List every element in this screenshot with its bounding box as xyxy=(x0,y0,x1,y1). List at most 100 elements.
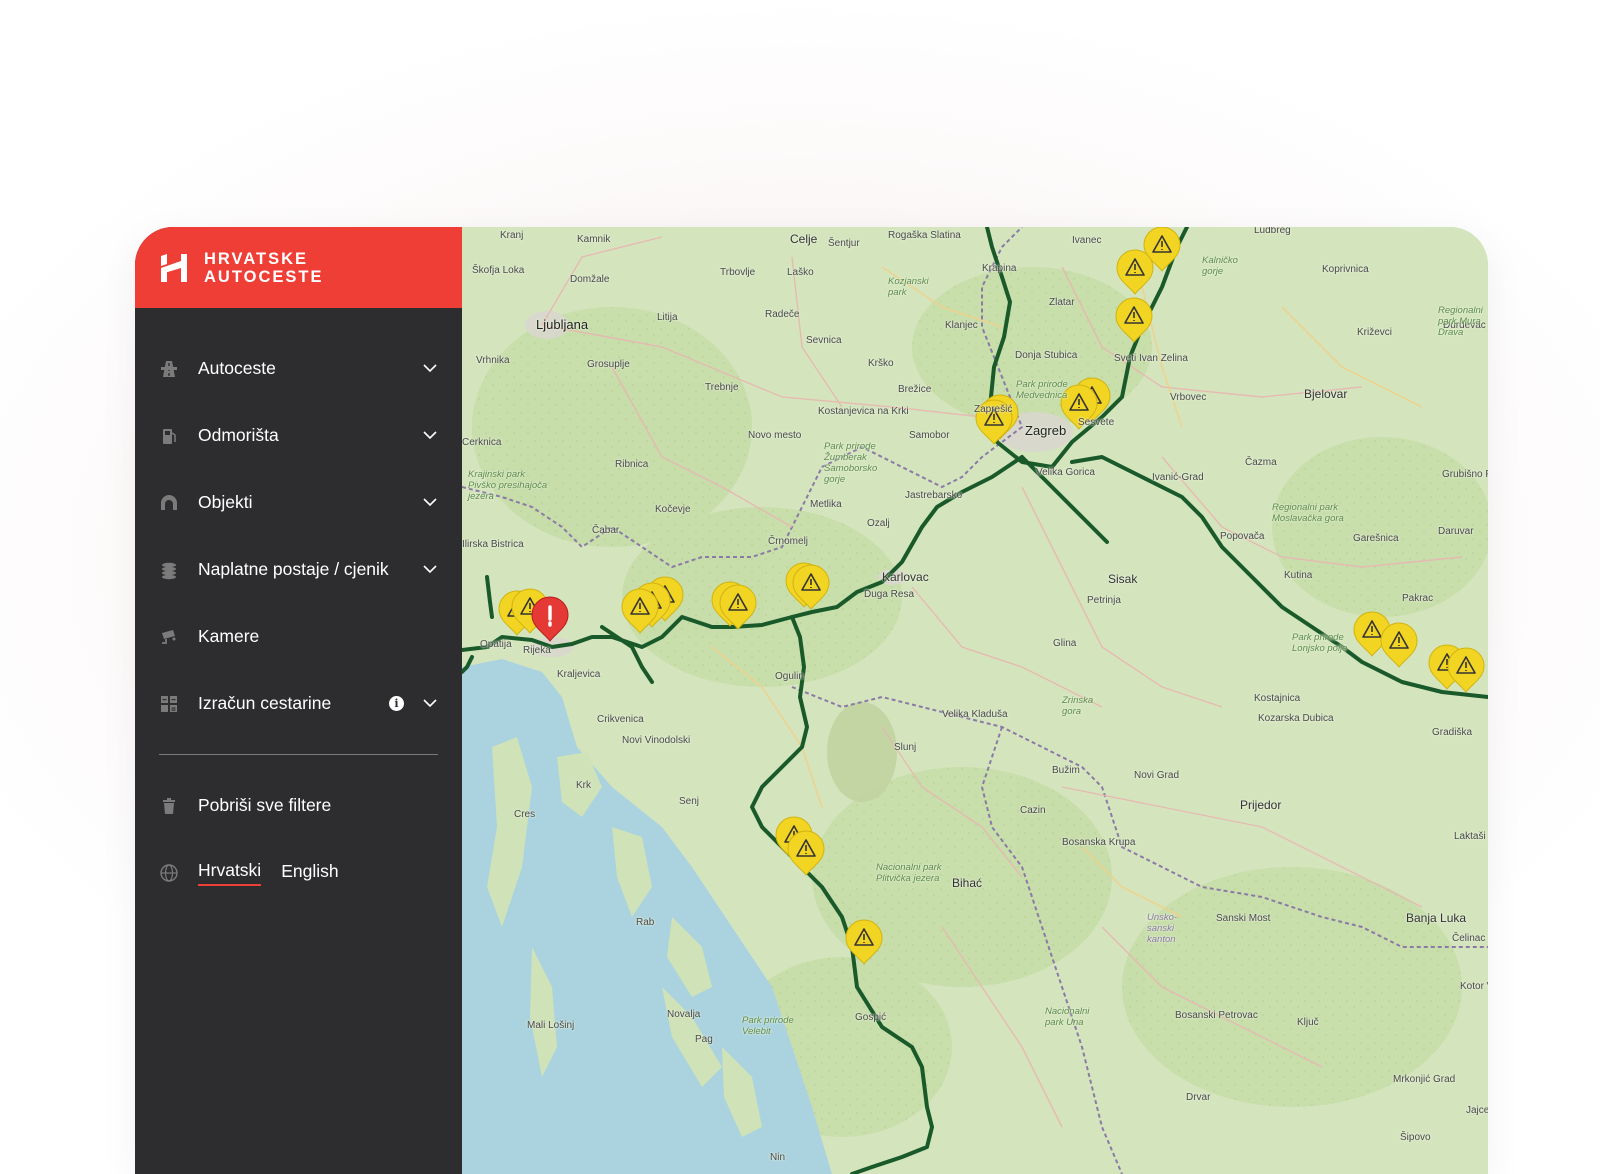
menu-item-naplatne-postaje[interactable]: Naplatne postaje / cjenik xyxy=(135,536,462,603)
place-label: Mrkonjić Grad xyxy=(1393,1074,1456,1085)
map-view[interactable]: Kranj Kamnik Celje Šentjur Rogaška Slati… xyxy=(462,227,1488,1174)
park-label: Unsko-sanski kanton xyxy=(1147,912,1178,945)
park-label: Nacionalni park Una xyxy=(1045,1006,1090,1028)
place-label: Celje xyxy=(790,232,818,246)
place-label: Kotor Varoš xyxy=(1460,981,1488,992)
place-label: Petrinja xyxy=(1087,595,1121,606)
place-label: Šipovo xyxy=(1400,1132,1431,1143)
place-label: Banja Luka xyxy=(1406,911,1467,925)
sidebar-menu: Autoceste Odmorišta Objekti Naplatne pos… xyxy=(135,308,462,906)
place-label: Krk xyxy=(576,780,591,791)
menu-label-naplatne-postaje: Naplatne postaje / cjenik xyxy=(198,559,389,579)
place-label: Ključ xyxy=(1297,1017,1319,1028)
place-label: Gradiška xyxy=(1432,727,1473,738)
place-label: Sveti Ivan Zelina xyxy=(1114,353,1188,364)
park-label: Krajinski park Pivško presihajoča jezera xyxy=(468,469,548,502)
place-label: Laško xyxy=(787,267,814,278)
brand-line-2: AUTOCESTE xyxy=(204,267,324,286)
place-label: Zagreb xyxy=(1025,423,1067,438)
park-label: Kalničko gorje xyxy=(1202,255,1238,277)
place-label: Rab xyxy=(636,917,655,928)
place-label: Duga Resa xyxy=(864,589,915,600)
place-label: Kraljevica xyxy=(557,669,601,680)
place-label: Daruvar xyxy=(1438,526,1474,537)
chevron-down-icon[interactable] xyxy=(422,428,438,444)
park-label: Regionalni park Mura Drava xyxy=(1438,305,1483,338)
park-label: Nacionalni park Plitvička jezera xyxy=(876,862,942,884)
place-label: Samobor xyxy=(909,430,950,441)
place-label: Gospić xyxy=(855,1012,887,1023)
place-label: Sesvete xyxy=(1078,417,1115,428)
park-label: Park prirode Velebit xyxy=(742,1015,794,1037)
place-label: Bužim xyxy=(1052,765,1080,776)
park-label: Regionalni park Moslavačka gora xyxy=(1272,502,1344,524)
place-label: Kamnik xyxy=(577,234,611,245)
clear-filters-button[interactable]: Pobriši sve filtere xyxy=(135,772,462,839)
place-label: Popovača xyxy=(1220,531,1265,542)
place-label: Klanjec xyxy=(945,320,978,331)
trash-icon xyxy=(159,796,179,816)
menu-item-objekti[interactable]: Objekti xyxy=(135,469,462,536)
menu-item-izracun-cestarine[interactable]: Izračun cestarine i xyxy=(135,670,462,737)
place-label: Šentjur xyxy=(828,238,860,249)
place-label: Vrhnika xyxy=(476,355,510,366)
place-label: Kranj xyxy=(500,230,524,241)
chevron-down-icon[interactable] xyxy=(422,696,438,712)
place-label: Cerknica xyxy=(462,437,502,448)
menu-label-kamere: Kamere xyxy=(198,626,260,646)
park-label: Zrinska gora xyxy=(1062,695,1094,717)
place-label: Rogaška Slatina xyxy=(888,230,961,241)
chevron-down-icon[interactable] xyxy=(422,361,438,377)
place-label: Sisak xyxy=(1108,572,1138,586)
info-icon[interactable]: i xyxy=(389,696,404,711)
place-label: Čelinac xyxy=(1452,933,1486,944)
place-label: Škofja Loka xyxy=(472,265,525,276)
app-window: HRVATSKE AUTOCESTE Autoceste Odmorišta O… xyxy=(135,227,1488,1174)
place-label: Prijedor xyxy=(1240,798,1282,812)
place-label: Senj xyxy=(679,796,700,807)
menu-label-odmorista: Odmorišta xyxy=(198,425,279,445)
place-label: Pakrac xyxy=(1402,593,1434,604)
place-label: Ivanec xyxy=(1072,235,1102,246)
place-label: Slunj xyxy=(894,742,917,753)
park-label: Park prirode Žumberak Samoborsko gorje xyxy=(824,441,878,485)
place-label: Jastrebarsko xyxy=(905,490,963,501)
coins-icon xyxy=(159,560,179,580)
place-label: Grubišno Polje xyxy=(1442,469,1488,480)
tunnel-icon xyxy=(159,493,179,513)
hac-logo-icon xyxy=(159,252,189,284)
menu-label-autoceste: Autoceste xyxy=(198,358,276,378)
place-label: Mali Lošinj xyxy=(527,1020,575,1031)
place-label: Bosanska Krupa xyxy=(1062,837,1136,848)
menu-item-autoceste[interactable]: Autoceste xyxy=(135,335,462,402)
place-label: Bosanski Petrovac xyxy=(1175,1010,1258,1021)
camera-icon xyxy=(159,627,179,647)
place-label: Velika Kladuša xyxy=(942,709,1008,720)
menu-item-odmorista[interactable]: Odmorišta xyxy=(135,402,462,469)
place-label: Novi Grad xyxy=(1134,770,1180,781)
place-label: Bihać xyxy=(952,876,983,890)
language-hrvatski[interactable]: Hrvatski xyxy=(198,860,262,886)
place-label: Kočevje xyxy=(655,504,691,515)
brand-name: HRVATSKE AUTOCESTE xyxy=(204,250,323,286)
place-label: Donja Stubica xyxy=(1015,350,1078,361)
place-label: Metlika xyxy=(810,499,842,510)
place-label: Cazin xyxy=(1020,805,1046,816)
place-label: Pag xyxy=(695,1034,713,1045)
brand-header[interactable]: HRVATSKE AUTOCESTE xyxy=(135,227,462,308)
place-label: Križevci xyxy=(1357,327,1393,338)
place-label: Trbovlje xyxy=(720,267,756,278)
place-label: Črnomelj xyxy=(768,536,809,547)
language-english[interactable]: English xyxy=(281,861,338,885)
place-label: Radeče xyxy=(765,309,800,320)
place-label: Novi Vinodolski xyxy=(622,735,691,746)
place-label: Ljubljana xyxy=(536,317,589,332)
chevron-down-icon[interactable] xyxy=(422,495,438,511)
park-label: Park prirode Lonjsko polje xyxy=(1292,632,1348,654)
chevron-down-icon[interactable] xyxy=(422,562,438,578)
menu-item-kamere[interactable]: Kamere xyxy=(135,603,462,670)
language-options: Hrvatski English xyxy=(198,860,438,886)
place-label: Zlatar xyxy=(1049,297,1075,308)
menu-label-objekti: Objekti xyxy=(198,492,253,512)
place-label: Ogulin xyxy=(775,671,804,682)
